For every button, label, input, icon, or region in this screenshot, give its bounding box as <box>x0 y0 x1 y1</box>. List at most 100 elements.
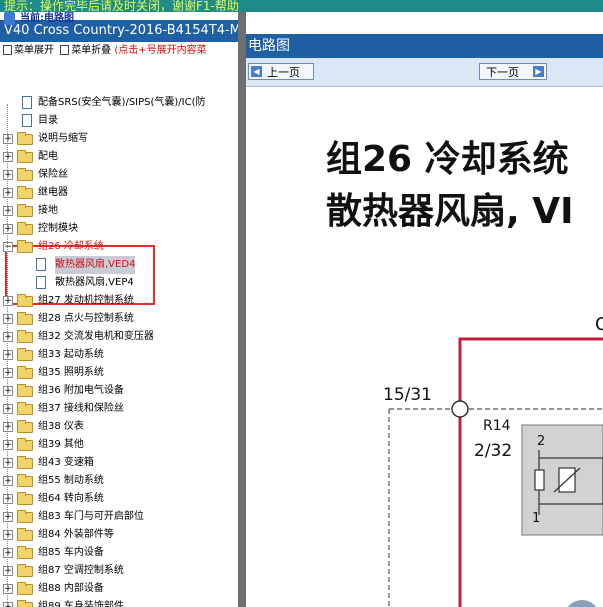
tree-item[interactable]: + 组84 外装部件等 <box>0 526 238 544</box>
tree-item[interactable]: + 配电 <box>0 148 238 166</box>
expand-toggle-icon[interactable]: + <box>3 296 13 306</box>
expand-toggle-icon[interactable]: + <box>3 458 13 468</box>
expand-toggle-icon[interactable]: + <box>3 476 13 486</box>
tree-item[interactable]: + 组28 点火与控制系统 <box>0 310 238 328</box>
expand-toggle-icon[interactable]: + <box>3 152 13 162</box>
tree-item[interactable]: + 组39 其他 <box>0 436 238 454</box>
collapse-menu-button[interactable]: 菜单折叠 <box>60 45 111 56</box>
top-banner: 提示：操作完毕后请及时关闭，谢谢F1-帮助 <box>0 0 603 12</box>
pin-label: 2/32 <box>474 441 512 461</box>
tree-item[interactable]: + 组85 车内设备 <box>0 544 238 562</box>
expand-toggle-icon[interactable]: + <box>3 134 13 144</box>
tree-item[interactable]: + 组37 接线和保险丝 <box>0 400 238 418</box>
tree-item-label: 配备SRS(安全气囊)/SIPS(气囊)/IC(防 <box>38 97 206 108</box>
expand-toggle-icon[interactable]: + <box>3 350 13 360</box>
folder-icon <box>17 600 33 607</box>
expand-toggle-icon[interactable]: + <box>3 602 13 607</box>
folder-icon <box>17 528 33 541</box>
expand-toggle-icon[interactable]: + <box>3 368 13 378</box>
tree-item[interactable]: 配备SRS(安全气囊)/SIPS(气囊)/IC(防 <box>0 94 238 112</box>
tree-item[interactable]: 目录 <box>0 112 238 130</box>
expand-toggle-icon[interactable]: + <box>3 404 13 414</box>
expand-toggle-icon[interactable]: + <box>3 584 13 594</box>
expand-toggle-icon[interactable]: + <box>3 170 13 180</box>
pin-2-label: 2 <box>537 434 545 449</box>
folder-icon <box>17 348 33 361</box>
node-label: 15/31 <box>383 385 432 405</box>
menu-hint: (点击+号展开内容菜 <box>114 45 207 56</box>
document-icon <box>36 276 46 289</box>
tree-item[interactable]: 散热器风扇,VED4 <box>0 256 238 274</box>
folder-icon <box>17 438 33 451</box>
expand-toggle-icon[interactable]: + <box>3 314 13 324</box>
tree-item[interactable]: − 组26 冷却系统 <box>0 238 238 256</box>
tree-item[interactable]: + 组64 转向系统 <box>0 490 238 508</box>
expand-toggle-icon[interactable]: + <box>3 188 13 198</box>
panel-splitter[interactable] <box>238 12 246 607</box>
tree-item-label: 组85 车内设备 <box>38 547 104 558</box>
tree-item[interactable]: + 接地 <box>0 202 238 220</box>
left-panel: V40 Cross Country-2016-B4154T4-M66-2 菜单展… <box>0 12 238 607</box>
resistor-symbol <box>534 469 545 491</box>
tree-item[interactable]: + 组33 起动系统 <box>0 346 238 364</box>
tree-item[interactable]: + 说明与缩写 <box>0 130 238 148</box>
tree-item-label: 组39 其他 <box>38 439 84 450</box>
expand-toggle-icon[interactable]: + <box>3 440 13 450</box>
tree-item[interactable]: + 组43 变速箱 <box>0 454 238 472</box>
tree-item-label: 接地 <box>38 205 58 216</box>
wiring-schematic: C 15/31 R14 2/32 2 1 <box>383 314 603 607</box>
collapse-toggle-icon[interactable]: − <box>3 242 13 252</box>
tree-item-label: 组28 点火与控制系统 <box>38 313 134 324</box>
tree-item[interactable]: + 组87 空调控制系统 <box>0 562 238 580</box>
expand-menu-button[interactable]: 菜单展开 <box>3 45 54 56</box>
folder-icon <box>17 204 33 217</box>
tree-item[interactable]: + 组88 内部设备 <box>0 580 238 598</box>
pin-1-label: 1 <box>532 511 540 526</box>
tree-item[interactable]: + 组35 照明系统 <box>0 364 238 382</box>
right-panel: 电路图 ◀ 上一页 下一页 ▶ 组26 冷却系统 散热器风扇, VI C 15/… <box>246 12 603 607</box>
top-banner-text: 提示：操作完毕后请及时关闭，谢谢F1-帮助 <box>4 0 239 12</box>
tree-item[interactable]: 散热器风扇,VEP4 <box>0 274 238 292</box>
tree-item[interactable]: + 组55 制动系统 <box>0 472 238 490</box>
tree-item[interactable]: + 组89 车身装饰部件 <box>0 598 238 607</box>
folder-icon <box>17 384 33 397</box>
tree-item[interactable]: + 组36 附加电气设备 <box>0 382 238 400</box>
tree-item-label: 散热器风扇,VEP4 <box>55 277 134 288</box>
expand-toggle-icon[interactable]: + <box>3 494 13 504</box>
tree-root[interactable]: 当前:电路图 <box>0 12 238 28</box>
tree-item-label: 组84 外装部件等 <box>38 529 114 540</box>
menu-icon <box>60 45 70 55</box>
expand-toggle-icon[interactable]: + <box>3 332 13 342</box>
tree-item-label: 说明与缩写 <box>38 133 88 144</box>
tree-item[interactable]: + 组38 仪表 <box>0 418 238 436</box>
expand-toggle-icon[interactable]: + <box>3 566 13 576</box>
tree-item-label: 保险丝 <box>38 169 68 180</box>
tree-item-label: 组36 附加电气设备 <box>38 385 124 396</box>
tree-connector-line <box>7 104 8 607</box>
tree-item-label: 继电器 <box>38 187 68 198</box>
tree-item-label: 组64 转向系统 <box>38 493 104 504</box>
tree-item[interactable]: + 保险丝 <box>0 166 238 184</box>
folder-icon <box>17 402 33 415</box>
expand-toggle-icon[interactable]: + <box>3 512 13 522</box>
tree-item[interactable]: + 组83 车门与可开启部位 <box>0 508 238 526</box>
expand-toggle-icon[interactable]: + <box>3 548 13 558</box>
expand-toggle-icon[interactable]: + <box>3 224 13 234</box>
folder-icon <box>17 294 33 307</box>
folder-icon <box>17 168 33 181</box>
tree-item-label: 目录 <box>38 115 58 126</box>
expand-toggle-icon[interactable]: + <box>3 386 13 396</box>
tree-item[interactable]: + 控制模块 <box>0 220 238 238</box>
expand-toggle-icon[interactable]: + <box>3 206 13 216</box>
folder-icon <box>17 240 33 253</box>
tree-item[interactable]: + 组32 交流发电机和变压器 <box>0 328 238 346</box>
document-icon <box>22 96 32 109</box>
edge-letter: C <box>595 314 603 335</box>
expand-toggle-icon[interactable]: + <box>3 530 13 540</box>
folder-icon <box>17 420 33 433</box>
tree-item-label: 组89 车身装饰部件 <box>38 601 124 607</box>
tree-item[interactable]: + 继电器 <box>0 184 238 202</box>
expand-toggle-icon[interactable]: + <box>3 422 13 432</box>
tree-item[interactable]: + 组27 发动机控制系统 <box>0 292 238 310</box>
document-icon <box>36 258 46 271</box>
